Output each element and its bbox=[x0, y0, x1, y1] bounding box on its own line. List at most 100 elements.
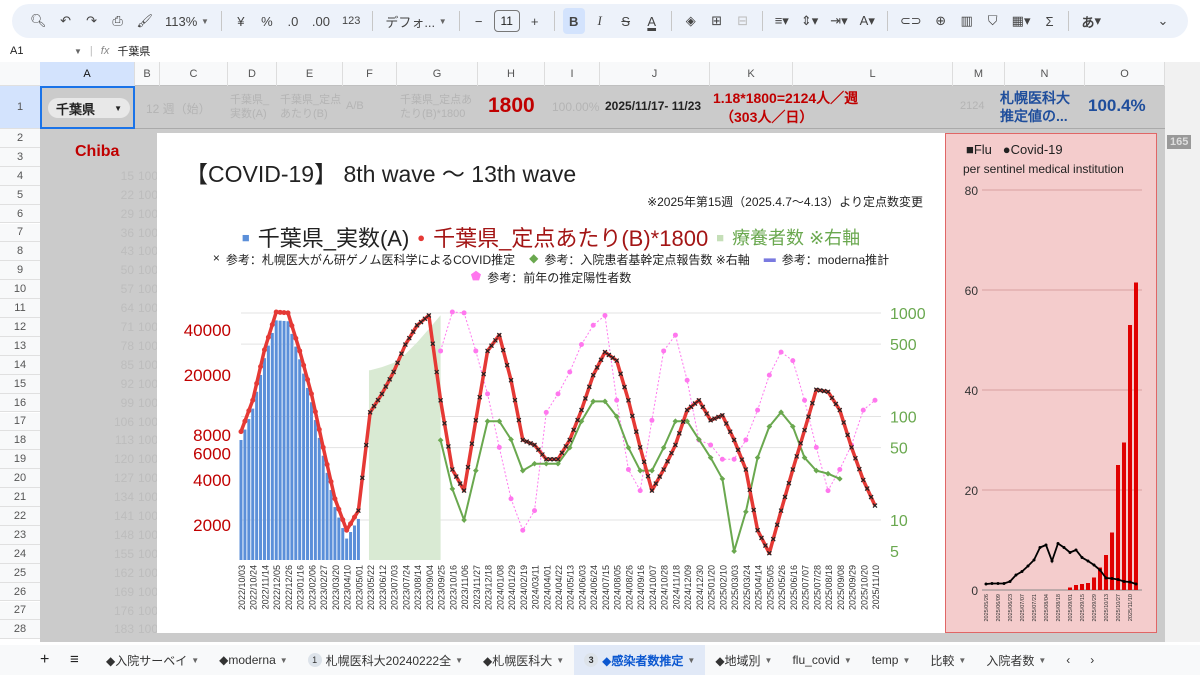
row-number[interactable]: 14 bbox=[0, 355, 40, 375]
font-select[interactable]: デフォ... ▼ bbox=[381, 8, 450, 34]
cell-k1-line2[interactable]: （303人／日） bbox=[720, 107, 813, 127]
column-header-c[interactable]: C bbox=[160, 62, 228, 86]
cell-c-value[interactable]: 100 bbox=[138, 226, 158, 240]
zoom-select[interactable]: 113% ▼ bbox=[161, 8, 213, 34]
add-sheet-icon[interactable]: + bbox=[40, 651, 49, 669]
row-number[interactable]: 20 bbox=[0, 469, 40, 489]
cell-o1[interactable]: 100.4% bbox=[1088, 96, 1146, 116]
row-number[interactable]: 17 bbox=[0, 412, 40, 432]
cell-g1[interactable]: 千葉県_定点あたり(B)*1800 bbox=[400, 93, 474, 121]
column-header-i[interactable]: I bbox=[545, 62, 600, 86]
row-number[interactable]: 19 bbox=[0, 450, 40, 470]
row-number[interactable]: 9 bbox=[0, 261, 40, 281]
comment-icon[interactable]: ⊕ bbox=[930, 8, 952, 34]
italic-button[interactable]: I bbox=[589, 8, 611, 34]
text-rotate-icon[interactable]: A▾ bbox=[856, 8, 879, 34]
cell-f1[interactable]: A/B bbox=[346, 100, 364, 112]
cell-b-value[interactable]: 120 bbox=[102, 452, 134, 466]
cell-c-value[interactable]: 100 bbox=[138, 433, 158, 447]
column-header-d[interactable]: D bbox=[228, 62, 277, 86]
increase-decimal-button[interactable]: .00 bbox=[308, 8, 334, 34]
row-number[interactable]: 2 bbox=[0, 129, 40, 148]
font-size-decrease[interactable]: − bbox=[468, 8, 490, 34]
undo-icon[interactable]: ↶ bbox=[55, 8, 77, 34]
cell-c-value[interactable]: 100 bbox=[138, 282, 158, 296]
cell-b-value[interactable]: 148 bbox=[102, 528, 134, 542]
column-header-e[interactable]: E bbox=[277, 62, 343, 86]
scroll-tabs-left-icon[interactable]: ‹ bbox=[1056, 645, 1080, 675]
text-color-button[interactable]: A bbox=[641, 8, 663, 34]
column-header-b[interactable]: B bbox=[135, 62, 160, 86]
sheet-tab[interactable]: 入院者数 ▼ bbox=[976, 645, 1056, 675]
cell-b-value[interactable]: 29 bbox=[102, 207, 134, 221]
column-header-j[interactable]: J bbox=[600, 62, 710, 86]
cell-c-value[interactable]: 100 bbox=[138, 547, 158, 561]
borders-icon[interactable]: ⊞ bbox=[706, 8, 728, 34]
column-header-n[interactable]: N bbox=[1005, 62, 1085, 86]
row-number[interactable]: 12 bbox=[0, 318, 40, 337]
cell-c-value[interactable]: 100 bbox=[138, 339, 158, 353]
cell-c-value[interactable]: 100 bbox=[138, 207, 158, 221]
cell-b-value[interactable]: 113 bbox=[102, 433, 134, 447]
fill-color-icon[interactable]: ◈ bbox=[680, 8, 702, 34]
cell-b-value[interactable]: 36 bbox=[102, 226, 134, 240]
sheet-tab[interactable]: ◆moderna ▼ bbox=[209, 645, 298, 675]
name-box[interactable]: A1 bbox=[10, 45, 66, 57]
row-number[interactable]: 24 bbox=[0, 544, 40, 564]
row-number[interactable]: 18 bbox=[0, 431, 40, 451]
cell-b-value[interactable]: 169 bbox=[102, 585, 134, 599]
cell-c-value[interactable]: 100 bbox=[138, 604, 158, 618]
percent-button[interactable]: % bbox=[256, 8, 278, 34]
filter-icon[interactable]: ⛉ bbox=[982, 8, 1004, 34]
cell-k1-line1[interactable]: 1.18*1800=2124人／週 bbox=[713, 88, 858, 108]
cell-c-value[interactable]: 100 bbox=[138, 415, 158, 429]
sheet-tab[interactable]: ◆入院サーベイ ▼ bbox=[96, 645, 209, 675]
cell-b-value[interactable]: 22 bbox=[102, 188, 134, 202]
column-header-m[interactable]: M bbox=[953, 62, 1005, 86]
cell-b-value[interactable]: 92 bbox=[102, 377, 134, 391]
cell-b-value[interactable]: 78 bbox=[102, 339, 134, 353]
row-number[interactable]: 21 bbox=[0, 488, 40, 507]
sheet-tab[interactable]: 比較 ▼ bbox=[920, 645, 976, 675]
cell-n1[interactable]: 札幌医科大推定値の... bbox=[1000, 89, 1080, 125]
sheet-tab[interactable]: ◆地域別 ▼ bbox=[705, 645, 782, 675]
cell-c-value[interactable]: 100 bbox=[138, 509, 158, 523]
redo-icon[interactable]: ↷ bbox=[81, 8, 103, 34]
vertical-scrollbar[interactable]: 165 bbox=[1165, 62, 1200, 642]
row-number[interactable]: 16 bbox=[0, 393, 40, 413]
row-number[interactable]: 15 bbox=[0, 374, 40, 394]
row-number[interactable]: 22 bbox=[0, 507, 40, 526]
font-size-input[interactable]: 11 bbox=[493, 10, 520, 32]
cell-b-value[interactable]: 85 bbox=[102, 358, 134, 372]
link-icon[interactable]: ⊂⊃ bbox=[896, 8, 926, 34]
search-icon[interactable]: 🔍︎ bbox=[26, 8, 51, 34]
column-header-a[interactable]: A bbox=[40, 62, 135, 86]
column-header-k[interactable]: K bbox=[710, 62, 793, 86]
cell-b-value[interactable]: 99 bbox=[102, 396, 134, 410]
cell-m1[interactable]: 2124 bbox=[960, 100, 984, 112]
cell-c-value[interactable]: 100 bbox=[138, 169, 158, 183]
functions-icon[interactable]: Σ bbox=[1038, 8, 1060, 34]
column-header-o[interactable]: O bbox=[1085, 62, 1165, 86]
all-sheets-icon[interactable]: ≡ bbox=[70, 651, 79, 668]
cell-b-value[interactable]: 43 bbox=[102, 244, 134, 258]
name-box-caret[interactable]: ▼ bbox=[74, 47, 82, 56]
covid-wave-chart[interactable]: 【COVID-19】 8th wave 〜 13th wave ※2025年第1… bbox=[157, 133, 945, 633]
cell-a2[interactable]: Chiba bbox=[75, 143, 119, 161]
row-number[interactable]: 6 bbox=[0, 204, 40, 224]
cell-b-value[interactable]: 127 bbox=[102, 471, 134, 485]
cell-c-value[interactable]: 100 bbox=[138, 320, 158, 334]
cell-c-value[interactable]: 100 bbox=[138, 528, 158, 542]
column-header-f[interactable]: F bbox=[343, 62, 397, 86]
paint-format-icon[interactable]: 🖌︎ bbox=[133, 8, 158, 34]
font-size-increase[interactable]: + bbox=[524, 8, 546, 34]
row-number[interactable]: 23 bbox=[0, 525, 40, 545]
cell-c-value[interactable]: 100 bbox=[138, 396, 158, 410]
cell-b-value[interactable]: 183 bbox=[102, 622, 134, 636]
filter-views-icon[interactable]: ▦▾ bbox=[1008, 8, 1035, 34]
cell-c-value[interactable]: 100 bbox=[138, 358, 158, 372]
row-number[interactable]: 1 bbox=[0, 86, 40, 129]
cell-c-value[interactable]: 100 bbox=[138, 377, 158, 391]
cell-b-value[interactable]: 57 bbox=[102, 282, 134, 296]
cell-b-value[interactable]: 15 bbox=[102, 169, 134, 183]
